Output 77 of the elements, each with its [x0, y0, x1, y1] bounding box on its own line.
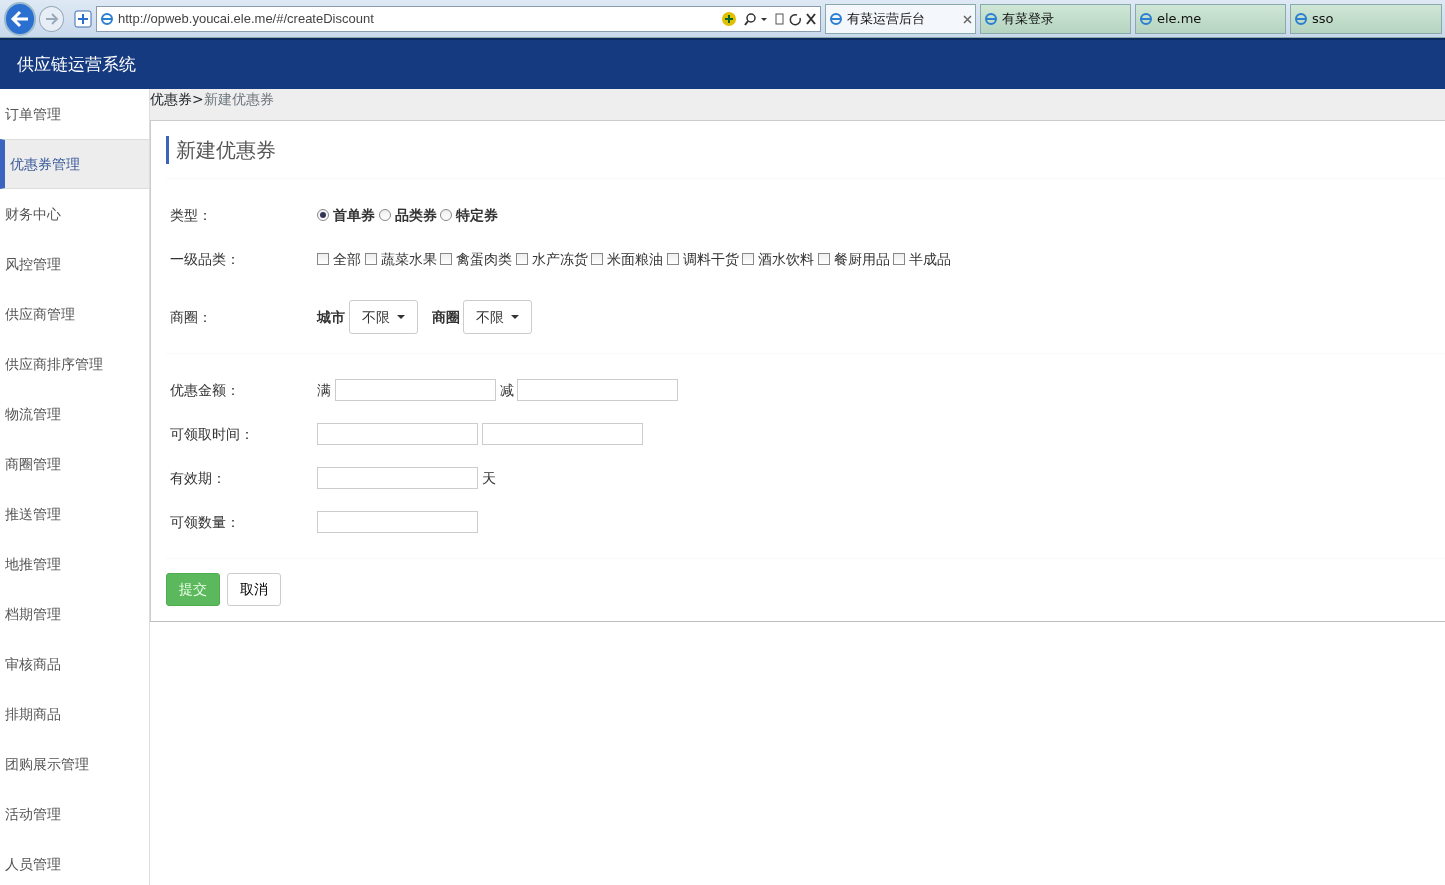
browser-tab[interactable]: sso: [1290, 3, 1442, 34]
breadcrumb-separator: >: [192, 90, 204, 109]
checkbox[interactable]: [317, 253, 329, 265]
sidebar-item[interactable]: 人员管理: [0, 839, 149, 885]
option-label[interactable]: 酒水饮料: [758, 248, 814, 270]
forward-arrow-icon: [44, 12, 59, 25]
option-label[interactable]: 水产冻货: [531, 248, 588, 270]
radio-button[interactable]: [440, 209, 452, 221]
form-title: 新建优惠券: [166, 136, 276, 164]
radio-button[interactable]: [317, 209, 329, 221]
field-label: 可领取时间：: [169, 424, 255, 444]
sidebar-item[interactable]: 排期商品: [0, 689, 149, 739]
checkbox[interactable]: [364, 253, 377, 265]
browser-tab[interactable]: 有菜登录: [979, 3, 1132, 34]
dropdown-button[interactable]: 不限: [463, 300, 532, 334]
input-field[interactable]: [482, 423, 643, 445]
dropdown-button[interactable]: 不限: [348, 300, 418, 334]
option-label[interactable]: 特定券: [456, 204, 498, 226]
browser-tab[interactable]: ele.me: [1134, 3, 1287, 34]
breadcrumb-current: 新建优惠券: [203, 90, 274, 109]
input-field[interactable]: [317, 511, 478, 533]
browser-tab[interactable]: 有菜运营后台: [824, 3, 977, 34]
sidebar-item[interactable]: 优惠券管理: [0, 139, 149, 189]
sidebar-item[interactable]: 档期管理: [0, 589, 149, 639]
field-label: 商圈：: [169, 307, 213, 327]
radio-button[interactable]: [378, 209, 391, 221]
shield-icon: [74, 8, 93, 29]
field-suffix: 天: [482, 468, 496, 488]
sidebar-item[interactable]: 审核商品: [0, 639, 149, 689]
caret-icon: [511, 315, 519, 319]
sidebar-item[interactable]: 物流管理: [0, 389, 149, 439]
option-label[interactable]: 调料干货: [682, 248, 739, 270]
field-prefix: 减: [499, 380, 514, 400]
sidebar-item[interactable]: 供应商排序管理: [0, 339, 149, 389]
back-button[interactable]: [3, 1, 36, 36]
checkbox[interactable]: [666, 253, 679, 265]
option-label[interactable]: 禽蛋肉类: [456, 248, 512, 270]
sidebar-item[interactable]: 财务中心: [0, 189, 149, 239]
checkbox[interactable]: [591, 253, 603, 265]
checkbox[interactable]: [515, 253, 528, 265]
sidebar-item[interactable]: 风控管理: [0, 239, 149, 289]
input-field[interactable]: [517, 379, 678, 401]
field-label: 优惠金额：: [169, 380, 241, 400]
forward-button[interactable]: [39, 5, 64, 32]
field-label: 可领数量：: [169, 512, 241, 532]
checkbox[interactable]: [817, 253, 830, 265]
sidebar-item[interactable]: 订单管理: [0, 89, 149, 139]
checkbox[interactable]: [742, 253, 754, 265]
select-label: 城市: [317, 307, 345, 327]
cancel-button[interactable]: 取消: [227, 573, 281, 606]
option-label[interactable]: 餐厨用品: [833, 248, 890, 270]
field-label: 类型：: [169, 205, 213, 225]
sidebar-item[interactable]: 供应商管理: [0, 289, 149, 339]
field-prefix: 满: [317, 380, 331, 400]
checkbox[interactable]: [893, 253, 905, 265]
sidebar-item[interactable]: 商圈管理: [0, 439, 149, 489]
caret-icon: [396, 315, 405, 319]
sidebar-item[interactable]: 推送管理: [0, 489, 149, 539]
option-label[interactable]: 全部: [333, 248, 361, 270]
select-label: 商圈: [431, 307, 460, 327]
input-field[interactable]: [334, 379, 496, 401]
back-arrow-icon: [9, 9, 30, 28]
sidebar-item[interactable]: 团购展示管理: [0, 739, 149, 789]
input-field[interactable]: [317, 423, 478, 445]
app-title: 供应链运营系统: [17, 52, 136, 76]
option-label[interactable]: 首单券: [333, 204, 375, 226]
sidebar-item[interactable]: 地推管理: [0, 539, 149, 589]
sidebar-item[interactable]: 活动管理: [0, 789, 149, 839]
option-label[interactable]: 米面粮油: [607, 248, 663, 270]
option-label[interactable]: 半成品: [909, 248, 951, 270]
option-label[interactable]: 蔬菜水果: [380, 248, 437, 270]
input-field[interactable]: [317, 467, 478, 489]
field-label: 有效期：: [169, 468, 227, 488]
checkbox[interactable]: [440, 253, 452, 265]
breadcrumb-link[interactable]: 优惠券: [150, 89, 192, 110]
field-label: 一级品类：: [169, 249, 241, 269]
option-label[interactable]: 品类券: [394, 204, 437, 226]
